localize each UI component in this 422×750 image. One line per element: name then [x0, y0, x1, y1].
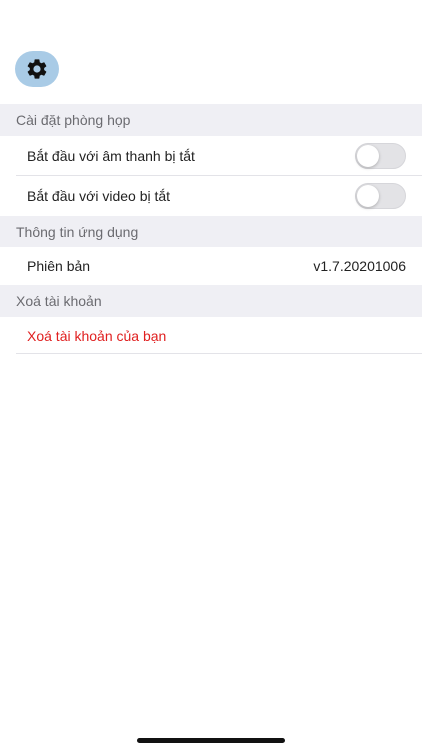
section-title: Thông tin ứng dụng [16, 223, 139, 240]
video-off-toggle[interactable] [355, 183, 406, 209]
section-title: Cài đặt phòng họp [16, 112, 131, 128]
row-start-video-off: Bắt đầu với video bị tắt [0, 176, 422, 216]
settings-button[interactable] [15, 51, 59, 87]
section-title: Xoá tài khoản [16, 293, 102, 309]
delete-account-label: Xoá tài khoản của bạn [27, 327, 167, 344]
delete-account-button[interactable]: Xoá tài khoản của bạn [0, 317, 422, 354]
toggle-knob [357, 145, 379, 167]
section-header-meeting-settings: Cài đặt phòng họp [0, 104, 422, 136]
home-indicator[interactable] [137, 738, 285, 743]
audio-muted-toggle[interactable] [355, 143, 406, 169]
row-version: Phiên bản v1.7.20201006 [0, 247, 422, 285]
toggle-knob [357, 185, 379, 207]
row-label: Bắt đầu với video bị tắt [27, 188, 171, 204]
row-label: Bắt đầu với âm thanh bị tắt [27, 148, 195, 164]
settings-screen: Cài đặt phòng họp Bắt đầu với âm thanh b… [0, 0, 422, 750]
gear-icon [27, 59, 47, 79]
version-value: v1.7.20201006 [313, 258, 406, 274]
row-start-audio-muted: Bắt đầu với âm thanh bị tắt [0, 136, 422, 176]
section-header-delete-account: Xoá tài khoản [0, 285, 422, 317]
section-header-app-info: Thông tin ứng dụng [0, 216, 422, 247]
row-label: Phiên bản [27, 258, 91, 274]
